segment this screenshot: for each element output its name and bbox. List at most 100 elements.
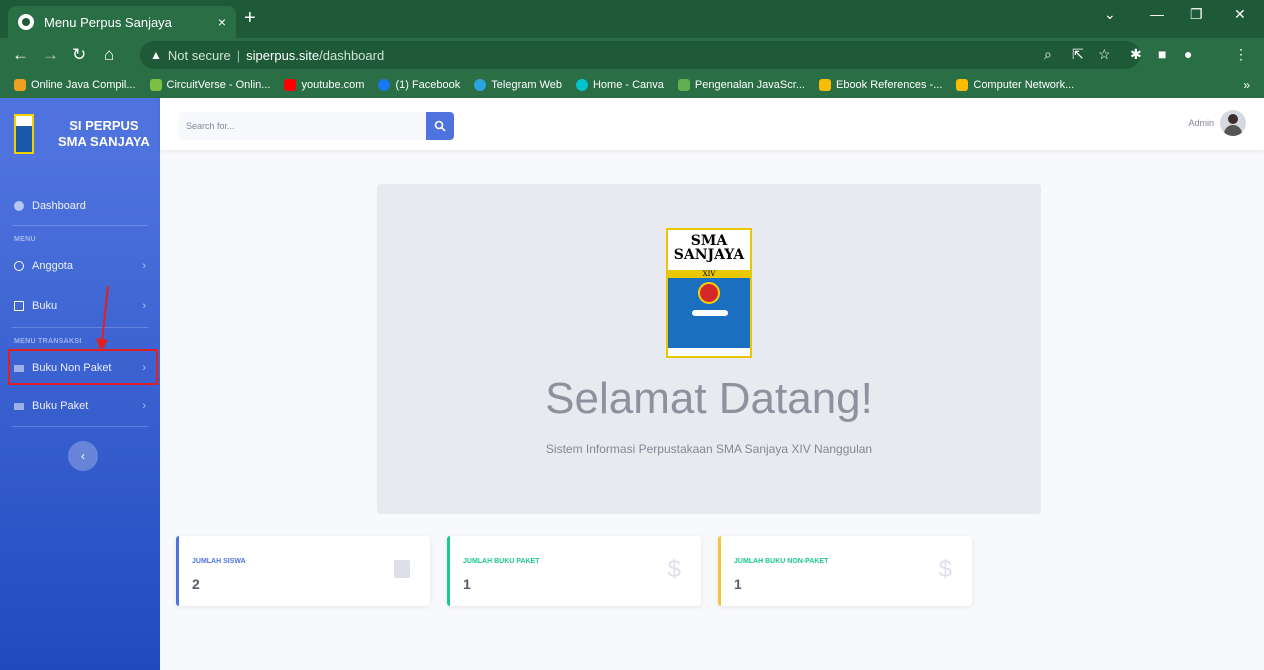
sidebar-item-anggota[interactable]: Anggota › <box>0 246 160 286</box>
bookmark-label: Home - Canva <box>592 79 664 91</box>
topbar: Search for... Admin <box>160 98 1264 150</box>
youtube-icon <box>284 79 297 91</box>
restore-icon[interactable]: ❐ <box>1190 6 1203 23</box>
stat-card-siswa: JUMLAH SISWA 2 <box>176 536 430 606</box>
dashboard-icon <box>14 201 24 211</box>
card-label: JUMLAH BUKU NON-PAKET <box>734 558 829 565</box>
sidebar-item-buku[interactable]: Buku › <box>0 286 160 326</box>
drive-icon <box>956 79 969 91</box>
search-icon <box>434 120 446 132</box>
search-input[interactable]: Search for... <box>178 112 426 140</box>
bookmark-label: Online Java Compil... <box>31 79 136 91</box>
search-button[interactable] <box>426 112 454 140</box>
card-label: JUMLAH BUKU PAKET <box>463 558 540 565</box>
school-crest: SMA SANJAYA XIV <box>666 228 752 358</box>
sidebar-toggle-button[interactable]: ‹ <box>68 441 98 471</box>
back-icon[interactable]: ← <box>12 45 29 65</box>
card-accent <box>447 536 450 606</box>
new-tab-icon[interactable]: + <box>244 8 256 28</box>
crest-bottom <box>668 348 750 356</box>
sidebar-divider <box>12 426 148 427</box>
tab-search-icon[interactable]: ⌄ <box>1104 6 1116 23</box>
welcome-panel: SMA SANJAYA XIV Selamat Datang! Sistem I… <box>377 184 1041 514</box>
bookmark-item[interactable]: Online Java Compil... <box>14 79 136 91</box>
warning-icon: ▲ <box>150 48 162 62</box>
bookmark-label: Pengenalan JavaScr... <box>694 79 805 91</box>
sidebar-item-dashboard[interactable]: Dashboard <box>0 186 160 226</box>
bookmarks-more-icon[interactable]: » <box>1243 78 1250 92</box>
sidebar-divider <box>12 327 148 328</box>
crest-line-1: SMA <box>690 233 728 249</box>
chevron-right-icon: › <box>142 300 146 312</box>
bookmark-item[interactable]: (1) Facebook <box>378 79 460 91</box>
facebook-icon <box>378 79 391 91</box>
extensions-icon[interactable]: ✱ <box>1130 46 1142 63</box>
home-icon[interactable]: ⌂ <box>104 45 114 65</box>
sidebar-brand[interactable]: SI PERPUS SMA SANJAYA <box>0 98 160 170</box>
sidebar-item-buku-paket[interactable]: Buku Paket › <box>0 386 160 426</box>
not-secure-label: Not secure <box>167 47 231 63</box>
crest-line-3: XIV <box>702 270 716 278</box>
reload-icon[interactable]: ↻ <box>72 45 86 65</box>
card-value: 1 <box>734 576 742 592</box>
bookmark-item[interactable]: Telegram Web <box>474 79 562 91</box>
sidebar-item-label: Anggota <box>32 260 73 272</box>
sidebar-item-label: Dashboard <box>32 200 86 212</box>
sidebar-heading-menu: MENU <box>14 236 36 243</box>
user-name[interactable]: Admin <box>1188 118 1214 128</box>
browser-tab[interactable]: Menu Perpus Sanjaya × <box>8 6 236 38</box>
profile-icon[interactable]: ● <box>1184 46 1192 62</box>
bookmark-item[interactable]: Computer Network... <box>956 79 1074 91</box>
crest-lamp-icon <box>692 310 728 316</box>
welcome-subtitle: Sistem Informasi Perpustakaan SMA Sanjay… <box>545 442 873 456</box>
bookmark-icon <box>677 79 690 91</box>
sidebar-item-label: Buku Paket <box>32 400 89 412</box>
url-field[interactable]: ▲ Not secure | siperpus.site /dashboard <box>140 41 1140 69</box>
bookmark-item[interactable]: Home - Canva <box>575 79 664 91</box>
bookmark-item[interactable]: Ebook References -... <box>818 79 943 91</box>
annotation-arrow-icon <box>96 285 109 352</box>
dollar-icon: $ <box>667 556 681 583</box>
folder-icon <box>14 402 24 410</box>
sidepanel-icon[interactable]: ■ <box>1158 46 1166 62</box>
bookmarks-bar: Online Java Compil... CircuitVerse - Onl… <box>0 72 1264 98</box>
telegram-icon <box>474 79 487 91</box>
card-value: 1 <box>463 576 471 592</box>
bookmark-item[interactable]: youtube.com <box>284 79 364 91</box>
site-favicon-icon <box>18 14 34 30</box>
url-host: siperpus.site <box>246 47 320 63</box>
school-logo <box>14 114 34 154</box>
drive-icon <box>818 79 831 91</box>
card-accent <box>176 536 179 606</box>
sidebar-heading-transaksi: MENU TRANSAKSI <box>14 338 82 345</box>
bookmark-item[interactable]: CircuitVerse - Onlin... <box>149 79 270 91</box>
address-bar-row: ← → ↻ ⌂ ▲ Not secure | siperpus.site /da… <box>0 38 1264 72</box>
user-icon <box>14 261 24 271</box>
menu-icon[interactable]: ⋮ <box>1234 46 1248 63</box>
crest-text: SMA SANJAYA <box>668 230 750 270</box>
tab-close-icon[interactable]: × <box>218 14 226 30</box>
minimize-icon[interactable]: — <box>1150 6 1164 22</box>
card-accent <box>718 536 721 606</box>
url-separator: | <box>236 47 241 63</box>
close-window-icon[interactable]: ✕ <box>1234 6 1246 23</box>
dollar-icon: $ <box>938 556 952 583</box>
forward-icon[interactable]: → <box>42 45 59 65</box>
chevron-right-icon: › <box>142 260 146 272</box>
bookmark-label: (1) Facebook <box>395 79 461 91</box>
crest-emblem-icon <box>698 282 720 304</box>
sidebar-divider <box>12 225 148 226</box>
share-icon[interactable]: ⇱ <box>1072 46 1084 63</box>
bookmark-label: youtube.com <box>301 79 365 91</box>
welcome-heading: Selamat Datang! <box>545 374 873 423</box>
avatar[interactable] <box>1220 110 1246 136</box>
brand-line-2: SMA SANJAYA <box>58 134 150 149</box>
stat-card-buku-non-paket: JUMLAH BUKU NON-PAKET 1 $ <box>718 536 972 606</box>
bookmark-item[interactable]: Pengenalan JavaScr... <box>677 79 805 91</box>
tab-title: Menu Perpus Sanjaya <box>44 14 172 30</box>
bookmark-star-icon[interactable]: ☆ <box>1098 46 1111 63</box>
chevron-right-icon: › <box>142 400 146 412</box>
bookmark-label: Ebook References -... <box>835 79 943 91</box>
book-icon <box>14 301 24 311</box>
zoom-icon[interactable]: ⌕ <box>1044 46 1052 63</box>
